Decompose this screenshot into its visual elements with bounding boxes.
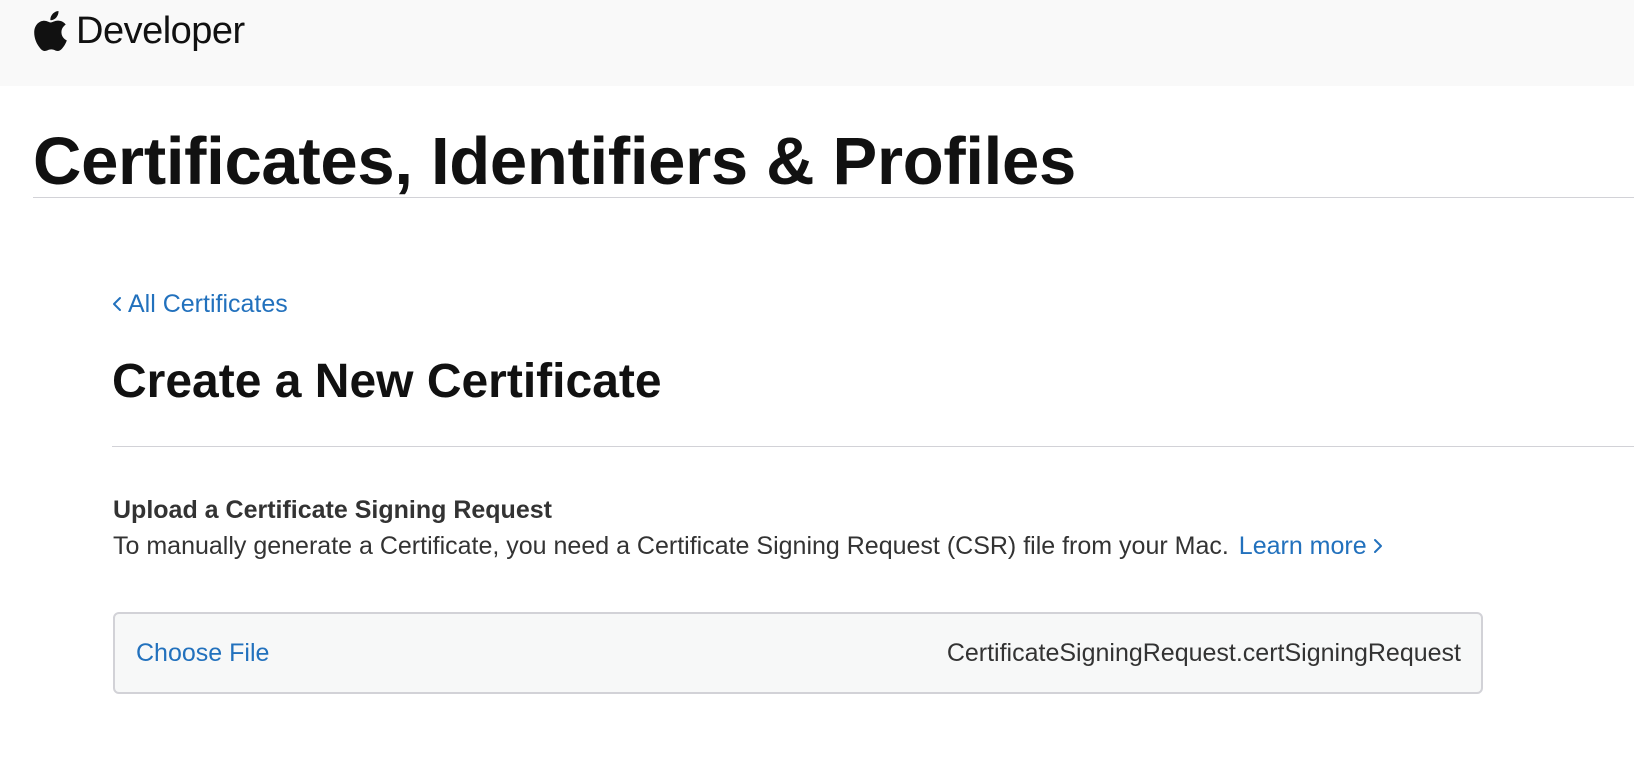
learn-more-label: Learn more xyxy=(1238,532,1367,560)
upload-heading: Upload a Certificate Signing Request xyxy=(113,496,552,524)
developer-home-link[interactable]: Developer xyxy=(34,9,245,53)
selected-file-name: CertificateSigningRequest.certSigningReq… xyxy=(946,639,1461,667)
section-title: Create a New Certificate xyxy=(112,355,662,408)
choose-file-button[interactable]: Choose File xyxy=(136,636,269,670)
upload-description: To manually generate a Certificate, you … xyxy=(113,532,1229,560)
chevron-left-icon xyxy=(113,297,121,311)
apple-logo-icon xyxy=(34,11,67,51)
file-upload-field[interactable]: Choose File CertificateSigningRequest.ce… xyxy=(113,612,1483,694)
back-link-label: All Certificates xyxy=(128,290,288,318)
brand-text: Developer xyxy=(76,10,245,52)
title-divider xyxy=(33,197,1634,198)
global-nav: Developer xyxy=(0,0,1634,86)
back-to-all-certificates-link[interactable]: All Certificates xyxy=(112,288,288,320)
section-divider xyxy=(112,446,1634,447)
upload-description-row: To manually generate a Certificate, you … xyxy=(113,530,1383,562)
chevron-right-icon xyxy=(1373,539,1382,553)
learn-more-link[interactable]: Learn more xyxy=(1239,530,1383,562)
page-title: Certificates, Identifiers & Profiles xyxy=(33,124,1076,199)
